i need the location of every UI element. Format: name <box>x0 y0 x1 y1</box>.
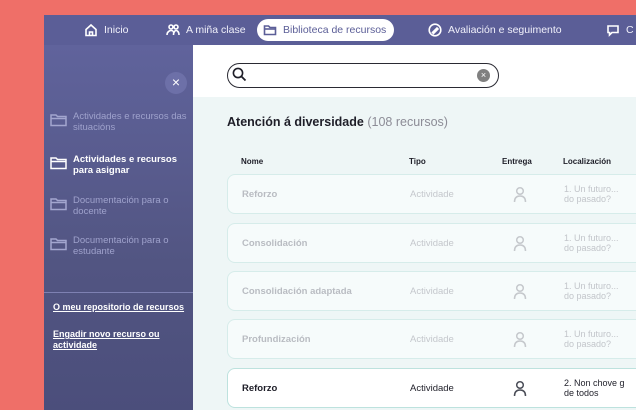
row-location: 1. Un futuro... do pasado? <box>564 233 636 253</box>
row-location-line: 1. Un futuro... <box>564 233 619 243</box>
table-row[interactable]: Profundización Actividade 1. Un futuro..… <box>227 319 636 359</box>
column-header-localizacion[interactable]: Localización <box>563 157 611 166</box>
person-icon <box>513 186 527 203</box>
folder-icon <box>263 25 277 36</box>
row-location: 2. Non chove g de todos <box>564 378 636 398</box>
row-location-line: 1. Un futuro... <box>564 329 619 339</box>
sidebar-divider <box>44 292 193 293</box>
table-row[interactable]: Consolidación Actividade 1. Un futuro...… <box>227 223 636 263</box>
search-icon <box>232 67 247 82</box>
row-location-line: do pasado? <box>564 194 612 204</box>
app-window: Inicio A miña clase Biblioteca de recurs… <box>44 15 636 410</box>
sidebar-item-label: Actividades e recursos das situacións <box>73 111 187 133</box>
add-resource-link[interactable]: Engadir novo recurso ou actividade <box>53 329 191 351</box>
sidebar-item-actividades-situacions[interactable]: Actividades e recursos das situacións <box>50 111 190 133</box>
row-location: 1. Un futuro... do pasado? <box>564 329 636 349</box>
chat-icon <box>607 25 619 37</box>
sidebar-item-label: Actividades e recursos para asignar <box>73 154 178 176</box>
row-location: 1. Un futuro... do pasado? <box>564 184 636 204</box>
folder-icon <box>50 157 67 170</box>
row-location-line: do pasado? <box>564 291 612 301</box>
people-icon <box>166 24 180 36</box>
nav-item-label: Avaliación e seguimento <box>448 24 562 36</box>
person-icon <box>513 380 527 397</box>
row-type: Actividade <box>410 383 454 394</box>
row-location-line: 2. Non chove g <box>564 378 625 388</box>
resource-list: Atención á diversidade (108 recursos) No… <box>193 97 636 410</box>
sidebar: × Actividades e recursos das situacións … <box>44 45 193 410</box>
close-sidebar-button[interactable]: × <box>165 72 187 94</box>
person-icon <box>513 283 527 300</box>
nav-item-label: A miña clase <box>186 24 246 36</box>
section-title: Atención á diversidade (108 recursos) <box>227 115 448 129</box>
top-nav: Inicio A miña clase Biblioteca de recurs… <box>44 15 636 45</box>
main-area: × Atención á diversidade (108 recursos) … <box>193 45 636 410</box>
table-row[interactable]: Consolidación adaptada Actividade 1. Un … <box>227 271 636 311</box>
row-name: Reforzo <box>242 383 278 394</box>
table-row[interactable]: Reforzo Actividade 1. Un futuro... do pas… <box>227 174 636 214</box>
pencil-icon <box>428 23 442 37</box>
row-location-line: 1. Un futuro... <box>564 281 619 291</box>
folder-icon <box>50 238 67 251</box>
row-name: Consolidación adaptada <box>242 286 352 297</box>
row-type: Actividade <box>410 238 454 249</box>
sidebar-item-documentacion-estudante[interactable]: Documentación para o estudante <box>50 235 190 257</box>
row-name: Consolidación <box>242 238 308 249</box>
nav-item-avaliacion[interactable]: Avaliación e seguimento <box>428 19 562 41</box>
row-location-line: 1. Un futuro... <box>564 184 619 194</box>
row-type: Actividade <box>410 334 454 345</box>
person-icon <box>513 331 527 348</box>
nav-item-c[interactable]: C <box>606 19 634 41</box>
section-title-text: Atención á diversidade <box>227 115 364 129</box>
row-location-line: do pasado? <box>564 339 612 349</box>
column-header-nome[interactable]: Nome <box>241 157 263 166</box>
clear-search-icon[interactable]: × <box>477 69 490 82</box>
nav-item-label: Inicio <box>104 24 129 36</box>
my-repository-link[interactable]: O meu repositorio de recursos <box>53 302 191 313</box>
nav-item-biblioteca[interactable]: Biblioteca de recursos <box>257 19 395 41</box>
sidebar-item-documentacion-docente[interactable]: Documentación para o docente <box>50 195 190 217</box>
row-location: 1. Un futuro... do pasado? <box>564 281 636 301</box>
search-bar: × <box>193 45 636 97</box>
row-location-line: de todos <box>564 388 599 398</box>
sidebar-item-actividades-asignar[interactable]: Actividades e recursos para asignar <box>50 154 190 176</box>
sidebar-item-label: Documentación para o estudante <box>73 235 169 257</box>
row-name: Profundización <box>242 334 311 345</box>
row-name: Reforzo <box>242 189 278 200</box>
row-type: Actividade <box>410 189 454 200</box>
nav-item-inicio[interactable]: Inicio <box>84 19 129 41</box>
row-location-line: do pasado? <box>564 243 612 253</box>
resource-count: (108 recursos) <box>367 115 448 129</box>
nav-item-label: Biblioteca de recursos <box>283 24 387 36</box>
column-header-entrega[interactable]: Entrega <box>502 157 532 166</box>
home-icon <box>85 23 97 37</box>
folder-icon <box>50 114 67 127</box>
column-header-tipo[interactable]: Tipo <box>409 157 426 166</box>
folder-icon <box>50 198 67 211</box>
search-input[interactable]: × <box>227 63 499 88</box>
row-type: Actividade <box>410 286 454 297</box>
table-row[interactable]: Reforzo Actividade 2. Non chove g de todo… <box>227 368 636 408</box>
nav-item-a-mina-clase[interactable]: A miña clase <box>166 19 246 41</box>
person-icon <box>513 235 527 252</box>
nav-item-label: C <box>626 24 634 36</box>
sidebar-item-label: Documentación para o docente <box>73 195 169 217</box>
